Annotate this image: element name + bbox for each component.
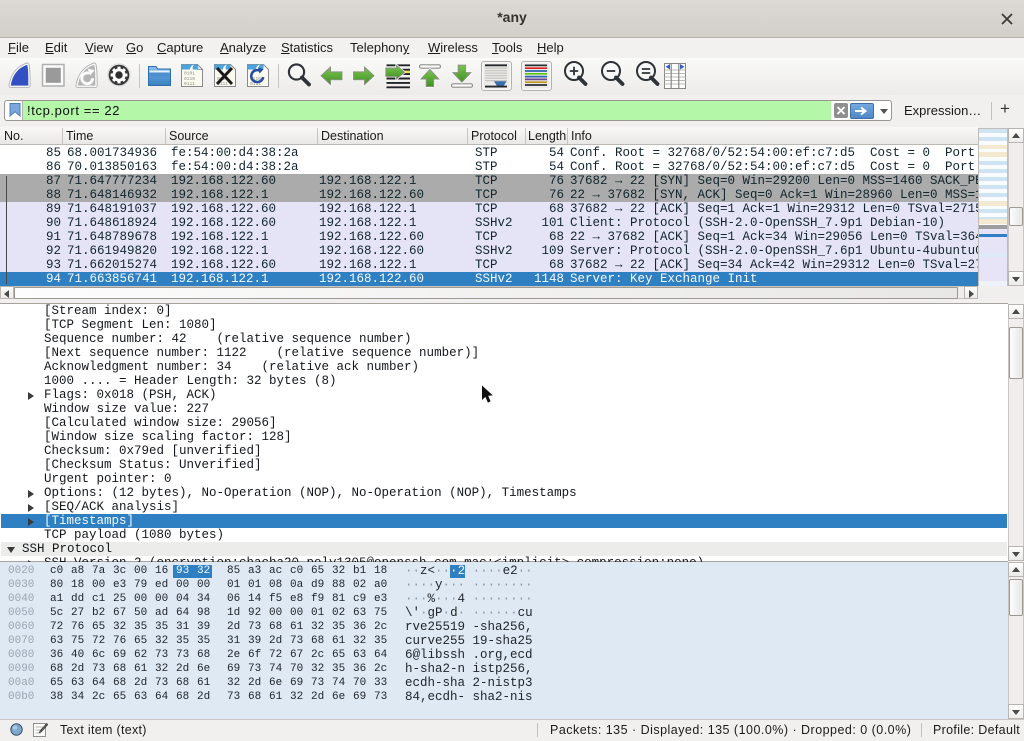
- svg-text:0101: 0101: [184, 71, 195, 77]
- svg-text:0110: 0110: [184, 76, 195, 82]
- svg-text:0111: 0111: [184, 81, 195, 87]
